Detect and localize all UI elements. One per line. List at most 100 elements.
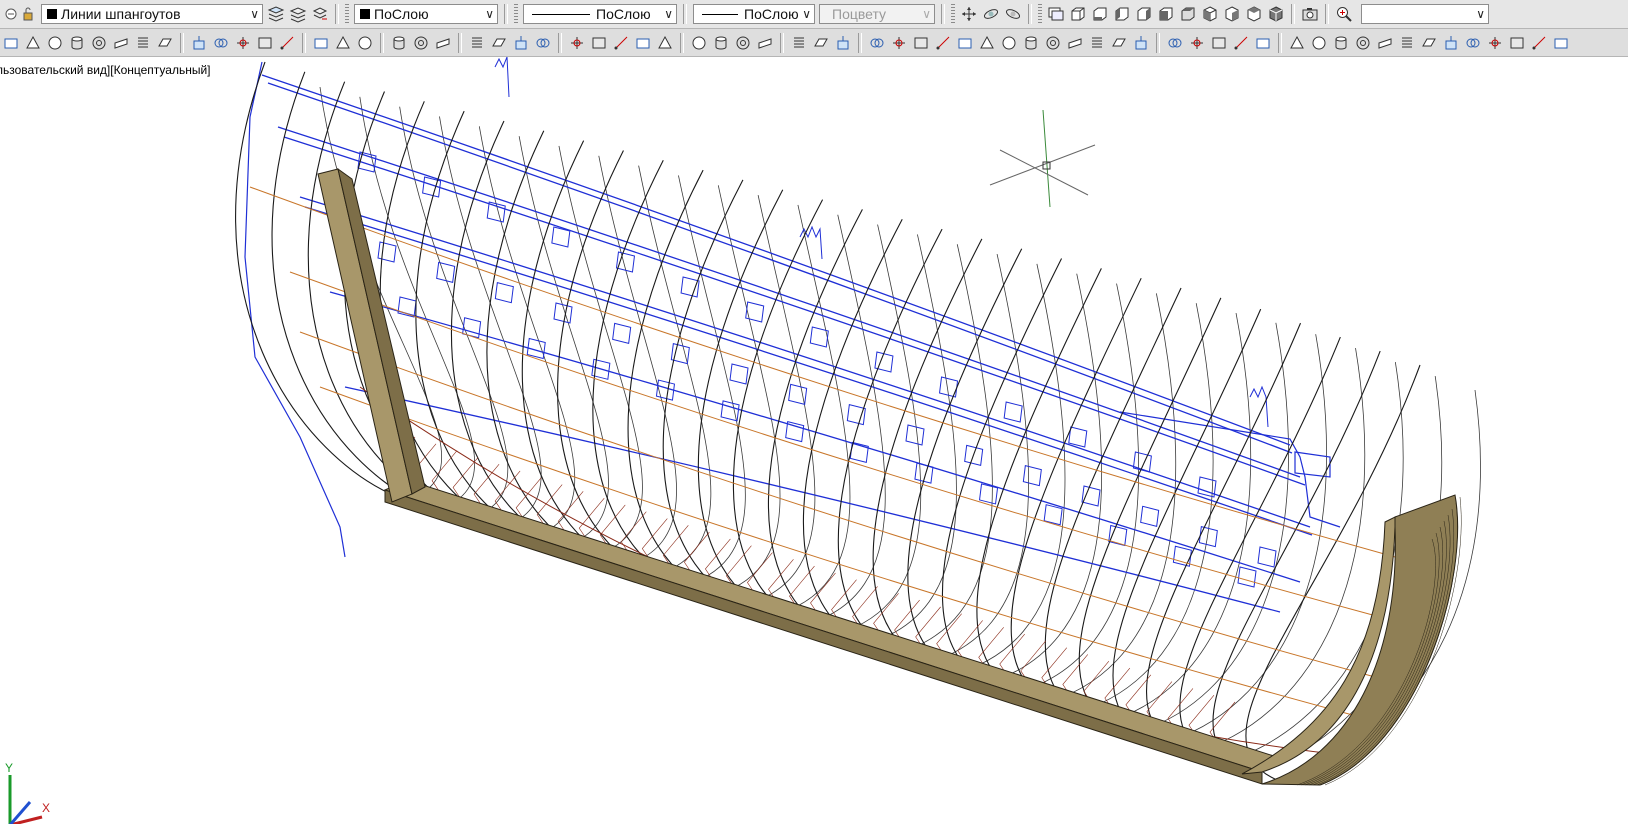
torus-icon[interactable] — [89, 33, 109, 53]
ucs-previous-icon[interactable] — [911, 33, 931, 53]
thicken-icon[interactable] — [467, 33, 487, 53]
subtract-icon[interactable] — [333, 33, 353, 53]
ucs-face-icon[interactable] — [933, 33, 953, 53]
copy-faces-icon[interactable] — [633, 33, 653, 53]
view-combo[interactable]: ∨ — [1361, 4, 1489, 24]
top-view-icon[interactable] — [1068, 4, 1088, 24]
toolbar-grip[interactable] — [514, 4, 518, 24]
ucs-view-icon[interactable] — [977, 33, 997, 53]
toolbar-grip[interactable] — [345, 4, 349, 24]
sweep-icon[interactable] — [233, 33, 253, 53]
ship-hull-model[interactable]: YX — [0, 57, 1628, 824]
snap-parallel-icon[interactable] — [1485, 33, 1505, 53]
realistic-icon[interactable] — [1231, 33, 1251, 53]
imprint-icon[interactable] — [589, 33, 609, 53]
bottom-view-icon[interactable] — [1090, 4, 1110, 24]
back-view-icon[interactable] — [1178, 4, 1198, 24]
visual-style-3d-icon[interactable] — [1187, 33, 1207, 53]
cylinder-icon[interactable] — [67, 33, 87, 53]
intersect-icon[interactable] — [355, 33, 375, 53]
conceptual-icon[interactable] — [1253, 33, 1273, 53]
extrude-icon[interactable] — [189, 33, 209, 53]
ne-iso-icon[interactable] — [1244, 4, 1264, 24]
union-2-icon[interactable] — [789, 33, 809, 53]
ucs-object-icon[interactable] — [955, 33, 975, 53]
left-view-icon[interactable] — [1112, 4, 1132, 24]
ucs-icon[interactable] — [867, 33, 887, 53]
right-view-icon[interactable] — [1134, 4, 1154, 24]
interference-icon[interactable] — [489, 33, 509, 53]
camera-icon[interactable] — [1300, 4, 1320, 24]
snap-extension-icon[interactable] — [1375, 33, 1395, 53]
ucs-apply-icon[interactable] — [1131, 33, 1151, 53]
lineweight-combo[interactable]: ПоСлою ∨ — [693, 4, 815, 24]
ucs-3point-icon[interactable] — [1043, 33, 1063, 53]
ucs-origin-icon[interactable] — [999, 33, 1019, 53]
subtract-2-icon[interactable] — [811, 33, 831, 53]
pan-icon[interactable] — [959, 4, 979, 24]
snap-endpoint-icon[interactable] — [1287, 33, 1307, 53]
presspull-icon[interactable] — [211, 33, 231, 53]
ucs-y-icon[interactable] — [1087, 33, 1107, 53]
revolve-icon[interactable] — [255, 33, 275, 53]
nw-iso-icon[interactable] — [1266, 4, 1286, 24]
snap-tangent-icon[interactable] — [1441, 33, 1461, 53]
toolbar-grip[interactable] — [1038, 4, 1042, 24]
pyramid-icon[interactable] — [23, 33, 43, 53]
snap-intersection-icon[interactable] — [1331, 33, 1351, 53]
se-iso-icon[interactable] — [1222, 4, 1242, 24]
free-orbit-icon[interactable] — [1003, 4, 1023, 24]
visual-style-2d-icon[interactable] — [1165, 33, 1185, 53]
fillet-edge-icon[interactable] — [655, 33, 675, 53]
3d-align-icon[interactable] — [433, 33, 453, 53]
union-icon[interactable] — [311, 33, 331, 53]
extrude-face-icon[interactable] — [711, 33, 731, 53]
snap-apparent-icon[interactable] — [1353, 33, 1373, 53]
polysolid-icon[interactable] — [1, 33, 21, 53]
front-view-icon[interactable] — [1156, 4, 1176, 24]
sphere-icon[interactable] — [45, 33, 65, 53]
color-faces-icon[interactable] — [611, 33, 631, 53]
slice-icon[interactable] — [511, 33, 531, 53]
hidden-icon[interactable] — [1209, 33, 1229, 53]
viewport-label[interactable]: льзовательский вид][Концептуальный] — [0, 63, 211, 77]
snap-nearest-icon[interactable] — [1551, 33, 1571, 53]
loft-icon[interactable] — [277, 33, 297, 53]
snap-center-icon[interactable] — [1397, 33, 1417, 53]
zoom-realtime-icon[interactable] — [1334, 4, 1354, 24]
color-combo[interactable]: ПоСлою ∨ — [354, 4, 498, 24]
snap-midpoint-icon[interactable] — [1309, 33, 1329, 53]
sw-iso-icon[interactable] — [1200, 4, 1220, 24]
drawing-viewport[interactable]: YX — [0, 57, 1628, 824]
intersect-2-icon[interactable] — [833, 33, 853, 53]
3d-move-icon[interactable] — [389, 33, 409, 53]
linetype-combo[interactable]: ПоСлою ∨ — [523, 4, 677, 24]
hull-frame-far — [1160, 334, 1327, 744]
named-views-icon[interactable] — [1046, 4, 1066, 24]
ucs-world-icon[interactable] — [889, 33, 909, 53]
extract-edges-icon[interactable] — [567, 33, 587, 53]
snap-perpendicular-icon[interactable] — [1463, 33, 1483, 53]
layer-lock-icon[interactable] — [18, 4, 38, 24]
snap-insert-icon[interactable] — [1507, 33, 1527, 53]
layer-properties-icon[interactable] — [266, 4, 286, 24]
toolbar-grip[interactable] — [951, 4, 955, 24]
layer-previous-icon[interactable] — [310, 4, 330, 24]
ucs-zaxis-icon[interactable] — [1021, 33, 1041, 53]
plotstyle-combo[interactable]: Поцвету ∨ — [819, 4, 935, 24]
planar-surface-icon[interactable] — [155, 33, 175, 53]
box-face-icon[interactable] — [689, 33, 709, 53]
layer-states-icon[interactable] — [288, 4, 308, 24]
orbit-icon[interactable] — [981, 4, 1001, 24]
3d-rotate-icon[interactable] — [411, 33, 431, 53]
snap-node-icon[interactable] — [1529, 33, 1549, 53]
snap-quadrant-icon[interactable] — [1419, 33, 1439, 53]
wedge-icon[interactable] — [111, 33, 131, 53]
layer-combo[interactable]: Линии шпангоутов ∨ — [41, 4, 263, 24]
offset-face-icon[interactable] — [755, 33, 775, 53]
move-face-icon[interactable] — [733, 33, 753, 53]
helix-icon[interactable] — [133, 33, 153, 53]
ucs-x-icon[interactable] — [1065, 33, 1085, 53]
ucs-z-icon[interactable] — [1109, 33, 1129, 53]
convert-icon[interactable] — [533, 33, 553, 53]
